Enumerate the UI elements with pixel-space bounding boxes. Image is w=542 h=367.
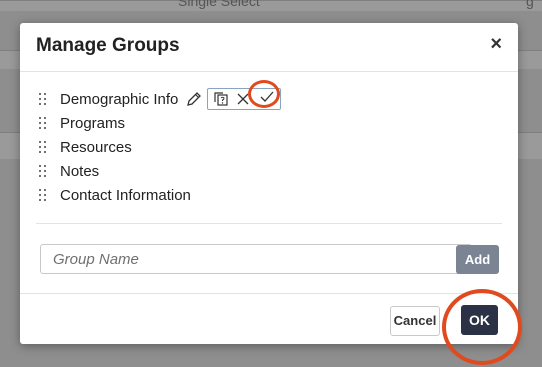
highlight-circle: [248, 79, 281, 108]
drag-handle-icon[interactable]: [39, 117, 49, 129]
group-row[interactable]: Contact Information: [36, 183, 500, 207]
group-list: Demographic Info Programs Resources Note…: [36, 79, 500, 207]
group-row[interactable]: Programs: [36, 111, 500, 135]
footer-divider: [20, 293, 518, 294]
cancel-button[interactable]: Cancel: [390, 306, 440, 336]
group-row[interactable]: Notes: [36, 159, 500, 183]
group-row[interactable]: Resources: [36, 135, 500, 159]
group-label: Programs: [60, 114, 126, 132]
copy-icon[interactable]: [212, 90, 230, 108]
drag-handle-icon[interactable]: [39, 189, 49, 201]
pencil-icon[interactable]: [186, 91, 202, 107]
edit-controls: [207, 79, 282, 111]
background-row: Single Select g: [0, 0, 542, 11]
manage-groups-dialog: Manage Groups × Demographic Info Program…: [20, 23, 522, 365]
group-label: Notes: [60, 162, 100, 180]
drag-handle-icon[interactable]: [39, 93, 49, 105]
dialog-header: Manage Groups ×: [20, 23, 518, 72]
highlight-circle: [442, 289, 522, 365]
group-name-input[interactable]: [40, 244, 472, 274]
add-button[interactable]: Add: [456, 245, 499, 274]
group-label: Contact Information: [60, 186, 191, 204]
background-row-text: Single Select: [178, 0, 260, 9]
background-row-trailing-text: g: [526, 0, 534, 9]
confirm-wrap: [248, 79, 281, 111]
dialog-title: Manage Groups: [36, 35, 180, 56]
drag-handle-icon[interactable]: [39, 165, 49, 177]
close-button[interactable]: ×: [490, 34, 502, 54]
group-label: Resources: [60, 138, 132, 156]
divider: [36, 223, 502, 224]
drag-handle-icon[interactable]: [39, 141, 49, 153]
group-label: Demographic Info: [60, 90, 179, 108]
group-row[interactable]: Demographic Info: [36, 79, 500, 111]
